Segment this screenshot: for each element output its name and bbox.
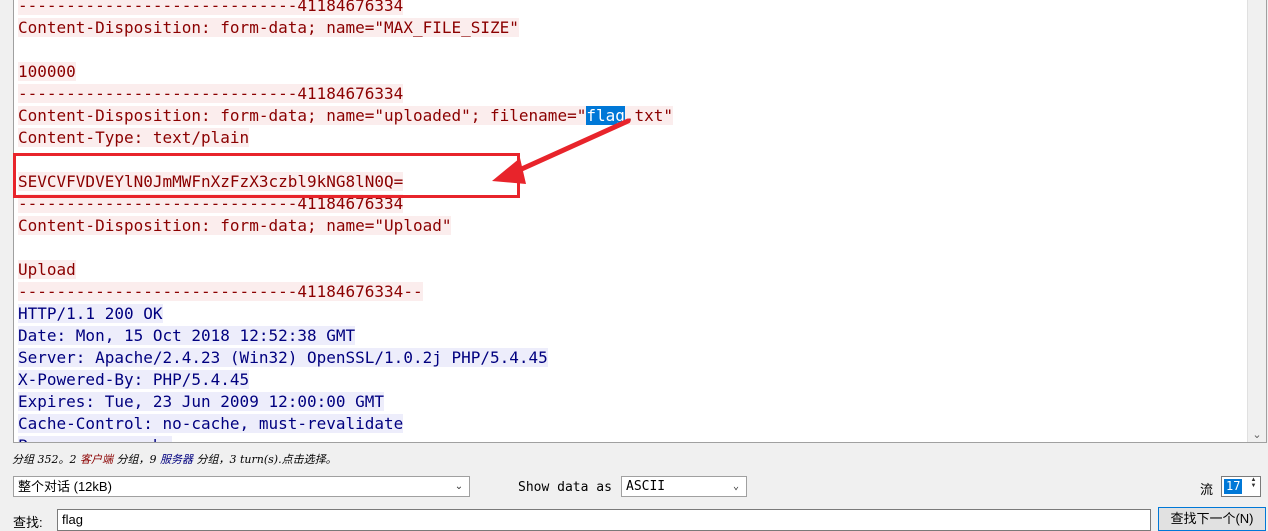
conversation-select[interactable]: 整个对话 (12kB) ⌄ <box>13 476 470 497</box>
show-data-as-label: Show data as <box>518 480 612 495</box>
selected-text[interactable]: flag <box>586 106 625 125</box>
line-text: Content-Disposition: form-data; name="up… <box>18 106 587 125</box>
line-text: -----------------------------41184676334 <box>18 84 404 103</box>
stream-empty-line <box>18 39 1246 61</box>
client-stream-line: -----------------------------41184676334 <box>18 0 1246 17</box>
find-input[interactable]: flag <box>57 509 1151 531</box>
stream-number-value: 17 <box>1224 479 1243 494</box>
scrollbar-thumb[interactable] <box>1250 4 1263 424</box>
line-text: Date: Mon, 15 Oct 2018 12:52:38 GMT <box>18 326 356 345</box>
client-stream-line: Content-Type: text/plain <box>18 127 1246 149</box>
stream-content[interactable]: -----------------------------41184676334… <box>18 0 1246 442</box>
client-stream-line: 100000 <box>18 61 1246 83</box>
status-suffix: 分组，3 turn(s).点击选择。 <box>193 453 337 466</box>
client-stream-line: Content-Disposition: form-data; name="MA… <box>18 17 1246 39</box>
client-stream-line: -----------------------------41184676334… <box>18 281 1246 303</box>
server-stream-line: Pragma: no-cache <box>18 435 1246 442</box>
line-text: Server: Apache/2.4.23 (Win32) OpenSSL/1.… <box>18 348 548 367</box>
client-stream-line: -----------------------------41184676334 <box>18 193 1246 215</box>
line-text: 100000 <box>18 62 76 81</box>
line-text: HTTP/1.1 200 OK <box>18 304 163 323</box>
line-text: Content-Disposition: form-data; name="Up… <box>18 216 452 235</box>
status-prefix: 分组 352。2 <box>12 453 80 466</box>
vertical-scrollbar[interactable]: ⌄ <box>1247 0 1266 442</box>
line-text: Cache-Control: no-cache, must-revalidate <box>18 414 404 433</box>
status-client-label: 客户端 <box>80 453 113 466</box>
line-text: .txt" <box>624 106 674 125</box>
client-stream-line: -----------------------------41184676334 <box>18 83 1246 105</box>
spin-down-icon[interactable]: ▼ <box>1251 483 1257 489</box>
client-stream-line: Upload <box>18 259 1246 281</box>
show-data-as-select[interactable]: ASCII ⌄ <box>621 476 747 497</box>
stream-label: 流 <box>1200 482 1214 497</box>
stream-number-spinbox[interactable]: 17 ▲ ▼ <box>1221 476 1261 497</box>
client-stream-line: Content-Disposition: form-data; name="Up… <box>18 215 1246 237</box>
status-server-label: 服务器 <box>160 453 193 466</box>
line-text: Content-Disposition: form-data; name="MA… <box>18 18 519 37</box>
stream-empty-line <box>18 149 1246 171</box>
line-text: X-Powered-By: PHP/5.4.45 <box>18 370 250 389</box>
server-stream-line: HTTP/1.1 200 OK <box>18 303 1246 325</box>
stream-empty-line <box>18 237 1246 259</box>
conversation-select-value: 整个对话 (12kB) <box>18 479 112 494</box>
find-label: 查找: <box>13 515 43 530</box>
find-next-button[interactable]: 查找下一个(N) <box>1158 507 1266 531</box>
line-text: Content-Type: text/plain <box>18 128 250 147</box>
line-text: -----------------------------41184676334… <box>18 282 423 301</box>
line-text: SEVCVFVDVEYlN0JmMWFnXzFzX3czbl9kNG8lN0Q= <box>18 172 404 191</box>
server-stream-line: X-Powered-By: PHP/5.4.45 <box>18 369 1246 391</box>
follow-stream-pane[interactable]: -----------------------------41184676334… <box>13 0 1267 443</box>
line-text: Upload <box>18 260 76 279</box>
chevron-down-icon: ⌄ <box>732 481 740 492</box>
client-stream-line: SEVCVFVDVEYlN0JmMWFnXzFzX3czbl9kNG8lN0Q= <box>18 171 1246 193</box>
client-stream-line: Content-Disposition: form-data; name="up… <box>18 105 1246 127</box>
show-data-as-value: ASCII <box>626 479 666 494</box>
line-text: Expires: Tue, 23 Jun 2009 12:00:00 GMT <box>18 392 385 411</box>
chevron-down-icon: ⌄ <box>454 481 464 492</box>
scroll-down-icon[interactable]: ⌄ <box>1248 425 1266 442</box>
status-text: 分组 352。2 客户端 分组，9 服务器 分组，3 turn(s).点击选择。 <box>12 451 337 467</box>
server-stream-line: Expires: Tue, 23 Jun 2009 12:00:00 GMT <box>18 391 1246 413</box>
server-stream-line: Date: Mon, 15 Oct 2018 12:52:38 GMT <box>18 325 1246 347</box>
line-text: Pragma: no-cache <box>18 436 173 442</box>
server-stream-line: Cache-Control: no-cache, must-revalidate <box>18 413 1246 435</box>
status-mid: 分组，9 <box>113 453 160 466</box>
server-stream-line: Server: Apache/2.4.23 (Win32) OpenSSL/1.… <box>18 347 1246 369</box>
line-text: -----------------------------41184676334 <box>18 0 404 15</box>
line-text: -----------------------------41184676334 <box>18 194 404 213</box>
